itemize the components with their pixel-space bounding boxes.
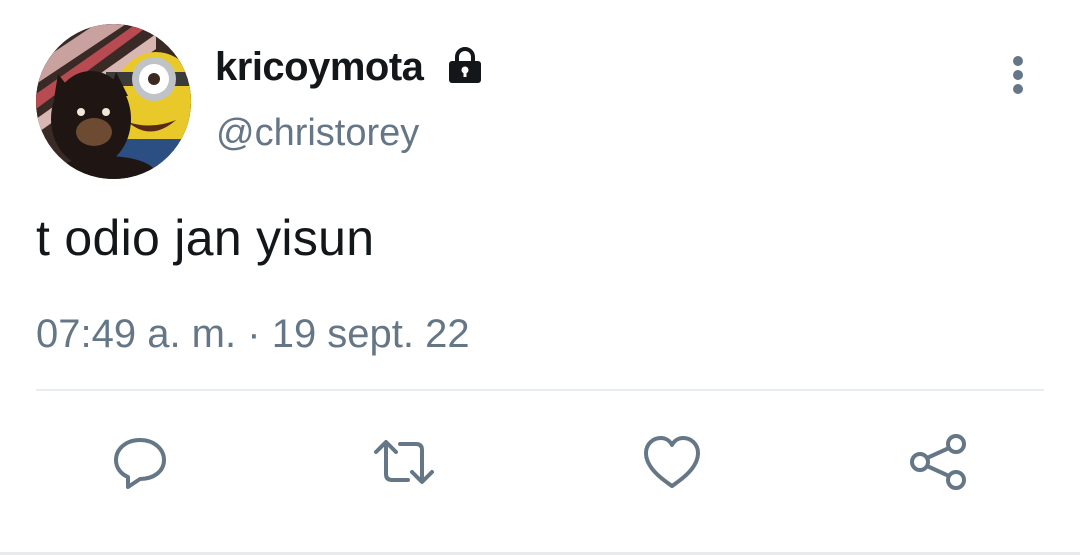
reply-button[interactable] bbox=[108, 430, 172, 494]
avatar[interactable] bbox=[36, 24, 191, 179]
share-icon bbox=[910, 434, 966, 490]
tweet-time: 07:49 a. m. bbox=[36, 312, 237, 356]
retweet-icon bbox=[374, 440, 434, 484]
like-icon bbox=[644, 436, 700, 488]
avatar-photo bbox=[36, 24, 191, 179]
tweet-timestamp[interactable]: 07:49 a. m. · 19 sept. 22 bbox=[36, 310, 470, 358]
display-name-row: kricoymota bbox=[215, 44, 487, 90]
more-vertical-icon[interactable] bbox=[1000, 52, 1036, 98]
reply-icon bbox=[114, 438, 166, 489]
lock-icon bbox=[443, 45, 487, 89]
timestamp-separator: · bbox=[247, 312, 261, 356]
tweet-date: 19 sept. 22 bbox=[271, 312, 470, 356]
tweet-text: t odio jan yisun bbox=[36, 210, 375, 266]
divider bbox=[36, 389, 1044, 391]
display-name[interactable]: kricoymota bbox=[215, 44, 424, 90]
share-button[interactable] bbox=[906, 430, 970, 494]
user-handle[interactable]: @christorey bbox=[216, 110, 419, 156]
like-button[interactable] bbox=[640, 430, 704, 494]
retweet-button[interactable] bbox=[372, 430, 436, 494]
